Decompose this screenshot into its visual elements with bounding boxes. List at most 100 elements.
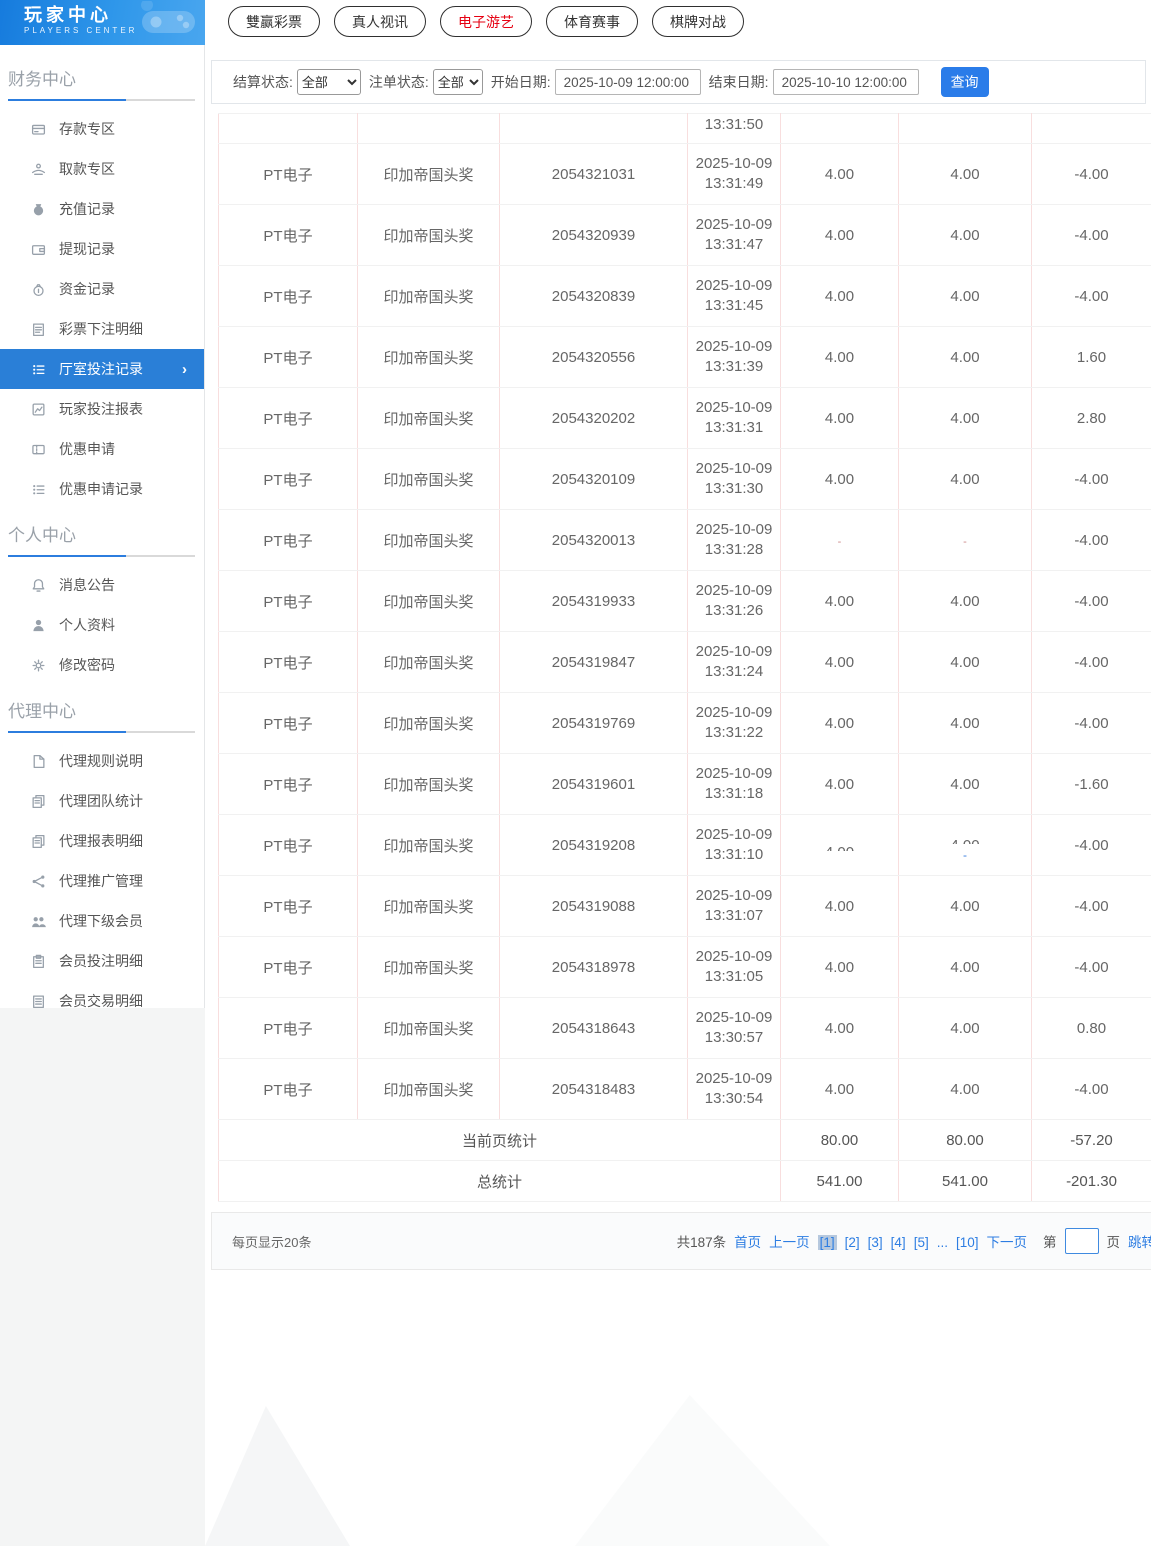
sidebar-item-withdraw-records[interactable]: 提现记录 — [0, 229, 204, 269]
cell-time: 2025-10-09 13:31:39 — [687, 326, 781, 388]
sidebar-item-member-bet-details[interactable]: 会员投注明细 — [0, 941, 204, 981]
end-date-group: 结束日期: — [709, 69, 919, 95]
sidebar-item-hall-bet-records[interactable]: 厅室投注记录 › — [0, 349, 204, 389]
glitch-dash: - — [837, 535, 842, 548]
sidebar-item-funds-records[interactable]: 资金记录 — [0, 269, 204, 309]
pagination-bar: 每页显示20条 共187条 首页 上一页 [1] [2] [3] [4] [5]... [10… — [211, 1212, 1151, 1270]
sidebar-item-agent-report-details[interactable]: 代理报表明细 — [0, 821, 204, 861]
cell — [898, 113, 1032, 144]
cell-game: 印加帝国头奖 — [357, 143, 500, 205]
sidebar-item-messages[interactable]: 消息公告 — [0, 565, 204, 605]
page-jump-input[interactable] — [1064, 1228, 1099, 1254]
sidebar-item-change-password[interactable]: 修改密码 — [0, 645, 204, 685]
cell-order-no: 2054320839 — [499, 265, 688, 327]
page-link[interactable]: [10] — [956, 1235, 979, 1250]
jump-button[interactable]: 跳转 — [1128, 1231, 1151, 1251]
cell-hall: PT电子 — [218, 875, 358, 937]
cell-order-no: 2054320202 — [499, 387, 688, 449]
table-row: PT电子 印加帝国头奖 2054319847 2025-10-09 13:31:2… — [218, 631, 1151, 693]
summary-bet-amount: 80.00 — [780, 1119, 899, 1161]
tab-live-video[interactable]: 真人视讯 — [334, 6, 426, 37]
cell-order-no: 2054319601 — [499, 753, 688, 815]
start-date-input[interactable] — [554, 69, 701, 95]
cell-bet-amount: 4.00 — [780, 936, 899, 998]
category-tabbar: 雙赢彩票 真人视讯 电子游艺 体育赛事 棋牌对战 — [205, 0, 1151, 37]
page-link[interactable]: [5] — [914, 1235, 929, 1250]
total-summary-row: 总统计 541.00 541.00 -201.30 — [218, 1160, 1151, 1202]
cell-win-loss: 1.60 — [1031, 326, 1151, 388]
sidebar-item-label: 代理团队统计 — [59, 793, 143, 809]
cell-game: 印加帝国头奖 — [357, 692, 500, 754]
table-row: PT电子 印加帝国头奖 2054320109 2025-10-09 13:31:3… — [218, 448, 1151, 510]
sidebar-item-agent-promotion[interactable]: 代理推广管理 — [0, 861, 204, 901]
sidebar-item-member-transaction-details[interactable]: 会员交易明细 — [0, 981, 204, 1021]
cell-time: 2025-10-09 13:31:26 — [687, 570, 781, 632]
sidebar-item-label: 充值记录 — [59, 201, 115, 217]
cell-hall: PT电子 — [218, 204, 358, 266]
cell-valid-bet: 4.00 — [898, 387, 1032, 449]
cell-valid-bet: - — [898, 509, 1032, 571]
game-controller-icon — [141, 1, 195, 33]
person-icon — [30, 617, 46, 633]
glitch-clipped-value: 4.00 — [825, 843, 854, 851]
money-bag-icon — [30, 201, 46, 217]
sidebar-item-withdraw-zone[interactable]: 取款专区 — [0, 149, 204, 189]
cell-bet-amount: 4.00 — [780, 326, 899, 388]
start-date-group: 开始日期: — [491, 69, 701, 95]
table-row: PT电子 印加帝国头奖 2054318978 2025-10-09 13:31:0… — [218, 936, 1151, 998]
page-link[interactable]: [3] — [868, 1235, 883, 1250]
cell-bet-amount: 4.00 — [780, 875, 899, 937]
jump-suffix-label: 页 — [1106, 1235, 1121, 1250]
order-status-select[interactable]: 全部 — [432, 69, 483, 95]
cell-bet-amount: 4.00 — [780, 1058, 899, 1120]
sidebar-item-agent-rules[interactable]: 代理规则说明 — [0, 741, 204, 781]
sidebar-item-label: 修改密码 — [59, 657, 115, 673]
page-link[interactable]: ... — [937, 1235, 948, 1250]
summary-win-loss: -201.30 — [1031, 1160, 1151, 1202]
settle-status-select[interactable]: 全部 — [296, 69, 361, 95]
page-link[interactable]: [4] — [891, 1235, 906, 1250]
cell-bet-amount: 4.00 — [780, 387, 899, 449]
cell — [357, 113, 500, 144]
cell-game: 印加帝国头奖 — [357, 265, 500, 327]
table-row: PT电子 印加帝国头奖 2054318483 2025-10-09 13:30:5… — [218, 1058, 1151, 1120]
page-link[interactable]: 上一页 — [769, 1235, 810, 1250]
end-date-input[interactable] — [772, 69, 919, 95]
page-link[interactable]: 下一页 — [987, 1235, 1028, 1250]
sidebar-item-promo-apply-records[interactable]: 优惠申请记录 — [0, 469, 204, 509]
sidebar-item-lottery-bet-details[interactable]: 彩票下注明细 — [0, 309, 204, 349]
cell-hall: PT电子 — [218, 997, 358, 1059]
cell-valid-bet: 4.00 — [898, 875, 1032, 937]
page-link[interactable]: 首页 — [734, 1235, 761, 1250]
cell-valid-bet: 4.00 — [898, 1058, 1032, 1120]
cell-order-no: 2054319208 — [499, 814, 688, 876]
cell-order-no: 2054318483 — [499, 1058, 688, 1120]
cell-win-loss: -4.00 — [1031, 936, 1151, 998]
sidebar-item-agent-team-stats[interactable]: 代理团队统计 — [0, 781, 204, 821]
page-link[interactable]: [2] — [845, 1235, 860, 1250]
page-link[interactable]: [1] — [817, 1235, 837, 1250]
cell-bet-amount: 4.00 — [780, 143, 899, 205]
cell-valid-bet: 4.00 — [898, 692, 1032, 754]
tab-sports[interactable]: 体育赛事 — [546, 6, 638, 37]
tab-board-games[interactable]: 棋牌对战 — [652, 6, 744, 37]
main-content: 雙赢彩票 真人视讯 电子游艺 体育赛事 棋牌对战 结算状态: 全部 注单状态: 全部 开… — [205, 0, 1151, 1270]
cell-time: 2025-10-09 13:31:47 — [687, 204, 781, 266]
sidebar-item-recharge-records[interactable]: 充值记录 — [0, 189, 204, 229]
sidebar-item-profile[interactable]: 个人资料 — [0, 605, 204, 645]
cell-hall: PT电子 — [218, 143, 358, 205]
section-title: 财务中心 — [8, 70, 76, 89]
tab-lottery[interactable]: 雙赢彩票 — [228, 6, 320, 37]
sidebar-item-agent-sub-members[interactable]: 代理下级会员 — [0, 901, 204, 941]
jump-prefix-label: 第 — [1043, 1235, 1057, 1250]
summary-label: 当前页统计 — [218, 1119, 781, 1161]
tab-e-games[interactable]: 电子游艺 — [440, 6, 532, 37]
cell-win-loss: 2.80 — [1031, 387, 1151, 449]
search-button[interactable]: 查询 — [940, 67, 989, 97]
sidebar-section: 个人中心 消息公告 个人资料 修改密码 — [0, 509, 204, 685]
sidebar-item-player-bet-report[interactable]: 玩家投注报表 — [0, 389, 204, 429]
sidebar-item-promo-apply[interactable]: 优惠申请 — [0, 429, 204, 469]
sidebar-item-deposit-zone[interactable]: 存款专区 — [0, 109, 204, 149]
sidebar-item-label: 优惠申请记录 — [59, 481, 143, 497]
wallet-icon — [30, 241, 46, 257]
